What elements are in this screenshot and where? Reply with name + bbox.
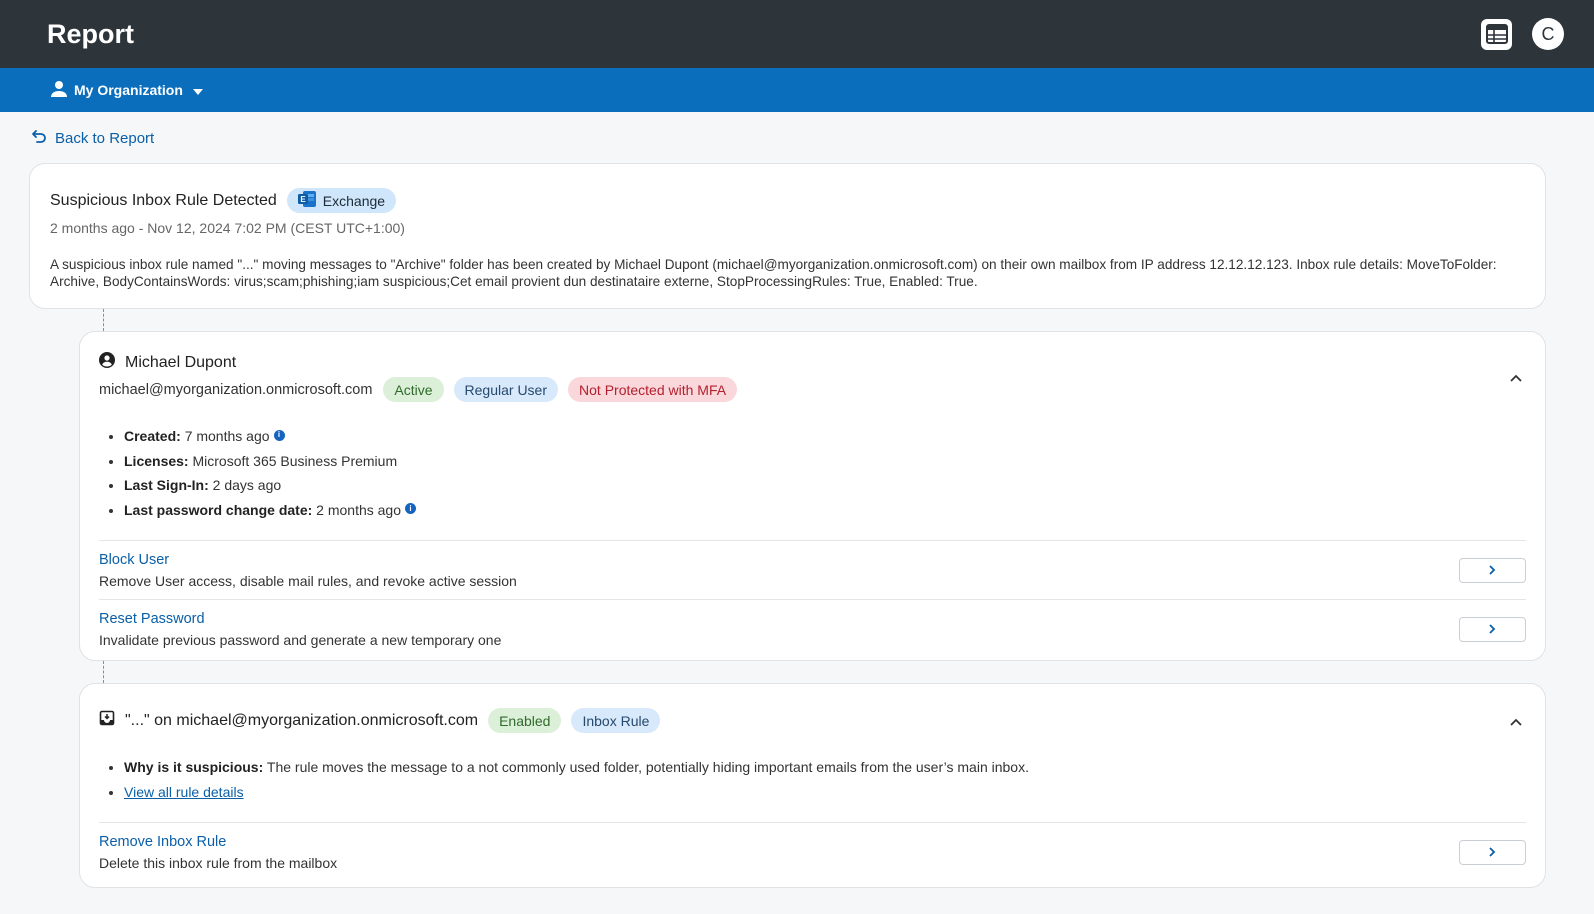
fact-label: Last password change date: [124, 501, 313, 518]
org-bar: My Organization [0, 68, 1594, 112]
fact-label: Last Sign-In: [124, 477, 209, 493]
reset-password-desc: Invalidate previous password and generat… [99, 631, 502, 648]
rule-facts-list: Why is it suspicious: The rule moves the… [124, 755, 1526, 804]
inbox-rule-card: "..." on michael@myorganization.onmicros… [79, 683, 1546, 888]
user-email: michael@myorganization.onmicrosoft.com [99, 381, 373, 398]
fact-label: Created: [124, 428, 181, 444]
block-user-desc: Remove User access, disable mail rules, … [99, 572, 517, 589]
collapse-user-button[interactable] [1506, 367, 1526, 387]
chevron-right-icon [1489, 844, 1496, 860]
user-name: Michael Dupont [125, 353, 237, 371]
info-icon[interactable]: i [405, 503, 417, 515]
exchange-tag: E Exchange [286, 188, 397, 213]
remove-rule-link[interactable]: Remove Inbox Rule [99, 834, 337, 850]
view-rule-details-link[interactable]: View all rule details [124, 784, 244, 800]
fact-value: Microsoft 365 Business Premium [192, 452, 398, 469]
status-badge: Active [383, 377, 444, 402]
list-item: View all rule details [124, 780, 1526, 805]
connector-line [103, 661, 104, 683]
rule-state-badge: Enabled [488, 708, 562, 733]
caret-down-icon [192, 82, 203, 98]
exchange-tag-label: Exchange [322, 192, 386, 209]
info-icon[interactable]: i [273, 429, 285, 441]
back-arrow-icon [31, 128, 47, 148]
back-label: Back to Report [55, 129, 155, 147]
person-icon [50, 80, 68, 101]
block-user-action: Block User Remove User access, disable m… [99, 540, 1526, 599]
list-item: Last Sign-In: 2 days ago [124, 473, 1526, 498]
remove-rule-button[interactable] [1459, 839, 1526, 865]
mfa-badge: Not Protected with MFA [568, 377, 738, 402]
fact-value: 7 months ago [184, 428, 270, 444]
fact-value: 2 months ago [316, 501, 402, 518]
org-selector[interactable]: My Organization [50, 80, 203, 101]
user-facts-list: Created: 7 months agoi Licenses: Microso… [124, 424, 1526, 522]
rule-title: "..." on michael@myorganization.onmicros… [125, 711, 479, 729]
avatar[interactable]: C [1532, 18, 1564, 50]
top-bar: Report C [0, 0, 1594, 68]
block-user-link[interactable]: Block User [99, 552, 517, 568]
org-label: My Organization [74, 82, 183, 98]
alert-card: Suspicious Inbox Rule Detected E Exchang… [29, 163, 1546, 309]
user-card: Michael Dupont michael@myorganization.on… [79, 331, 1546, 661]
alert-title: Suspicious Inbox Rule Detected [50, 191, 277, 209]
reset-password-link[interactable]: Reset Password [99, 611, 501, 627]
alert-time: 2 months ago - Nov 12, 2024 7:02 PM (CES… [50, 220, 405, 236]
chevron-right-icon [1489, 562, 1496, 578]
remove-rule-desc: Delete this inbox rule from the mailbox [99, 854, 338, 871]
chevron-up-icon [1510, 369, 1522, 385]
connector-line [103, 309, 104, 331]
remove-rule-action: Remove Inbox Rule Delete this inbox rule… [99, 822, 1526, 881]
list-item: Why is it suspicious: The rule moves the… [124, 755, 1526, 780]
app-title: Report [47, 18, 134, 49]
list-item: Created: 7 months agoi [124, 424, 1526, 449]
exchange-icon: E [297, 190, 317, 211]
role-badge: Regular User [453, 377, 559, 402]
collapse-rule-button[interactable] [1506, 711, 1526, 731]
why-label: Why is it suspicious: [124, 759, 264, 775]
list-item: Licenses: Microsoft 365 Business Premium [124, 449, 1526, 474]
reset-password-button[interactable] [1459, 616, 1526, 642]
list-item: Last password change date: 2 months agoi [124, 498, 1526, 523]
chevron-right-icon [1489, 621, 1496, 637]
block-user-button[interactable] [1459, 557, 1526, 583]
user-circle-icon [99, 352, 115, 373]
why-value: The rule moves the message to a not comm… [266, 759, 1029, 775]
inbox-icon [99, 710, 115, 731]
alert-description: A suspicious inbox rule named "..." movi… [50, 257, 1497, 289]
chevron-up-icon [1510, 713, 1522, 729]
fact-label: Licenses: [124, 452, 189, 469]
svg-text:E: E [300, 195, 306, 204]
back-to-report-link[interactable]: Back to Report [31, 129, 1594, 147]
calendar-table-icon[interactable] [1481, 18, 1512, 50]
rule-type-badge: Inbox Rule [571, 708, 661, 733]
fact-value: 2 days ago [212, 477, 282, 493]
reset-password-action: Reset Password Invalidate previous passw… [99, 599, 1526, 658]
